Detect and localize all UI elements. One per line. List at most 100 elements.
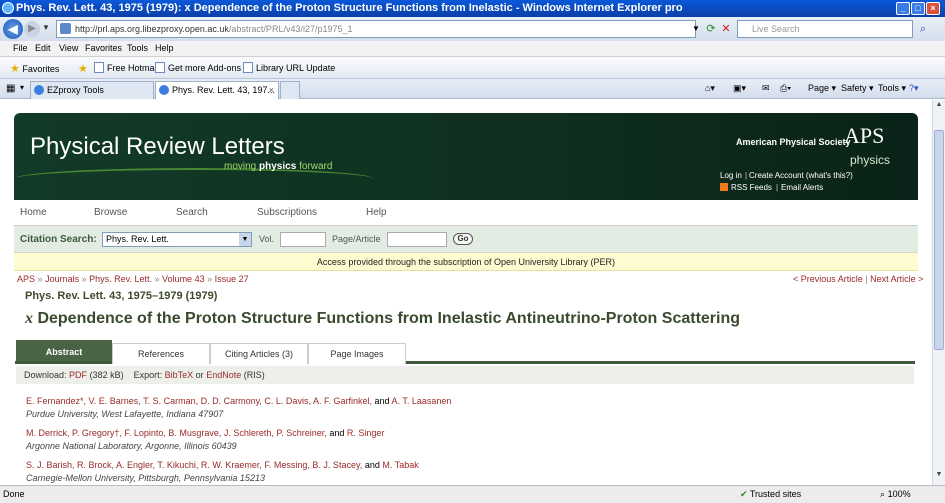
stop-icon[interactable]: ✕ [718,20,734,38]
go-button[interactable]: Go [453,233,473,245]
login-link[interactable]: Log in [720,171,742,180]
vol-input[interactable] [280,232,326,247]
tab-references[interactable]: References [112,343,210,364]
tab-phys-rev-lett[interactable]: Phys. Rev. Lett. 43, 197... × [155,81,279,99]
new-tab-button[interactable] [280,81,300,99]
aps-logo-sub: physics [850,153,891,167]
scroll-thumb[interactable] [934,130,944,350]
page-menu[interactable]: Page ▾ [808,83,836,94]
nav-help[interactable]: Help [366,207,387,218]
maximize-icon[interactable]: □ [911,2,925,15]
page-article-input[interactable] [387,232,447,247]
bibtex-link[interactable]: BibTeX [165,370,194,380]
safety-menu[interactable]: Safety ▾ [841,83,874,94]
nav-search[interactable]: Search [176,207,208,218]
url-input[interactable]: http://prl.aps.org.libezproxy.open.ac.uk… [56,20,696,38]
download-bar: Download: PDF (382 kB) Export: BibTeX or… [16,366,914,384]
citation-search: Citation Search: Phys. Rev. Lett. ▼ Vol.… [14,226,918,253]
mail-icon[interactable]: ✉ [762,83,770,94]
menu-edit[interactable]: Edit [35,43,51,53]
aps-logo[interactable]: APS [844,123,884,149]
pdf-link[interactable]: PDF [69,370,87,380]
tab-ezproxy[interactable]: EZproxy Tools [30,81,154,99]
email-alerts-link[interactable]: Email Alerts [781,183,823,192]
menu-tools[interactable]: Tools [127,43,148,53]
vertical-scrollbar[interactable]: ▲ ▼ [932,100,945,485]
nav-browse[interactable]: Browse [94,207,127,218]
aps-name[interactable]: American Physical Society [736,137,851,147]
next-article-link[interactable]: Next Article > [870,274,923,284]
refresh-icon[interactable]: ⟳ [703,20,719,38]
tab-close-icon[interactable]: × [269,82,274,98]
affiliation: Carnegie-Mellon University, Pittsburgh, … [26,473,265,483]
favorites-button[interactable]: ★ Favorites [10,62,59,75]
crumb-volume[interactable]: Volume 43 [162,274,205,284]
check-icon: ✔ [740,489,748,499]
nav-home[interactable]: Home [20,207,47,218]
fav-get-addons[interactable]: Get more Add-ons ▾ [155,62,248,74]
previous-article-link[interactable]: < Previous Article [793,274,863,284]
menu-file[interactable]: File [13,43,28,53]
help-icon[interactable]: ?▾ [909,83,919,94]
tab-citing-articles[interactable]: Citing Articles (3) [210,343,308,364]
scroll-down-icon[interactable]: ▼ [934,471,944,483]
menu-view[interactable]: View [59,43,78,53]
tab-page-images[interactable]: Page Images [308,343,406,364]
rss-icon [720,183,728,191]
url-dropdown-icon[interactable]: ▼ [688,20,704,38]
prev-next-nav: < Previous Article | Next Article > [793,274,924,284]
crumb-aps[interactable]: APS [17,274,35,284]
feeds-icon[interactable]: ▣▾ [733,83,746,94]
author-last[interactable]: R. Singer [347,428,385,438]
authors[interactable]: M. Derrick, P. Gregory†, F. Lopinto, B. … [26,428,327,438]
menu-favorites[interactable]: Favorites [85,43,122,53]
url-host: http://prl.aps.org.libezproxy.open.ac.uk [75,24,229,34]
authors[interactable]: S. J. Barish, R. Brock, A. Engler, T. Ki… [26,460,362,470]
link-separator: | [776,183,779,192]
fav-free-hotmail[interactable]: Free Hotmail [94,62,159,73]
print-icon[interactable]: ⎙▾ [780,83,791,94]
search-icon[interactable]: ⌕ [915,20,931,38]
author-last[interactable]: A. T. Laasanen [392,396,452,406]
tab-bar: ▦ ▾ EZproxy Tools Phys. Rev. Lett. 43, 1… [0,79,945,99]
history-dropdown-icon[interactable]: ▼ [42,23,50,32]
rss-feeds-link[interactable]: RSS Feeds [720,183,772,192]
main-nav: Home Browse Search Subscriptions Help [14,200,918,226]
journal-title[interactable]: Physical Review Letters [30,133,285,161]
authors[interactable]: E. Fernandez*, V. E. Barnes, T. S. Carma… [26,396,372,406]
scroll-up-icon[interactable]: ▲ [934,101,944,113]
crumb-issue[interactable]: Issue 27 [215,274,249,284]
forward-arrow-icon[interactable]: ▶ [24,21,40,37]
nav-subscriptions[interactable]: Subscriptions [257,207,317,218]
zoom-level[interactable]: ⌕ 100% [880,486,911,502]
minimize-icon[interactable]: _ [896,2,910,15]
tab-abstract[interactable]: Abstract [16,340,112,361]
back-arrow-icon[interactable]: ◀ [3,19,23,39]
export-label: Export: [133,370,163,380]
page-icon [155,62,165,73]
address-bar: ◀ ▶ ▼ http://prl.aps.org.libezproxy.open… [0,17,945,41]
pdf-size: (382 kB) [89,370,124,380]
rss-label: RSS Feeds [731,183,772,192]
close-icon[interactable]: × [926,2,940,15]
fav-library-url-update[interactable]: Library URL Update [243,62,335,73]
favorites-label: Favorites [22,64,60,74]
create-account-link[interactable]: Create Account (what's this?) [749,171,853,180]
live-search-input[interactable]: Live Search [737,20,913,38]
journal-select[interactable]: Phys. Rev. Lett. ▼ [102,232,252,247]
author-list: E. Fernandez*, V. E. Barnes, T. S. Carma… [26,396,451,406]
add-favorite-icon[interactable]: ★ [78,62,88,75]
crumb-journals[interactable]: Journals [45,274,79,284]
tab-list-icon[interactable]: ▾ [20,83,24,92]
chevron-down-icon: ▼ [239,233,251,246]
crumb-prl[interactable]: Phys. Rev. Lett. [89,274,152,284]
endnote-link[interactable]: EndNote [206,370,241,380]
tools-menu[interactable]: Tools ▾ [878,83,906,94]
home-icon[interactable]: ⌂▾ [705,83,715,94]
menu-help[interactable]: Help [155,43,174,53]
fav-label: Get more Add-ons ▾ [168,63,249,73]
status-bar: Done ✔ Trusted sites ⌕ 100% [0,485,945,503]
link-separator: | [745,171,748,180]
quick-tabs-icon[interactable]: ▦ [6,83,15,94]
author-last[interactable]: M. Tabak [382,460,418,470]
